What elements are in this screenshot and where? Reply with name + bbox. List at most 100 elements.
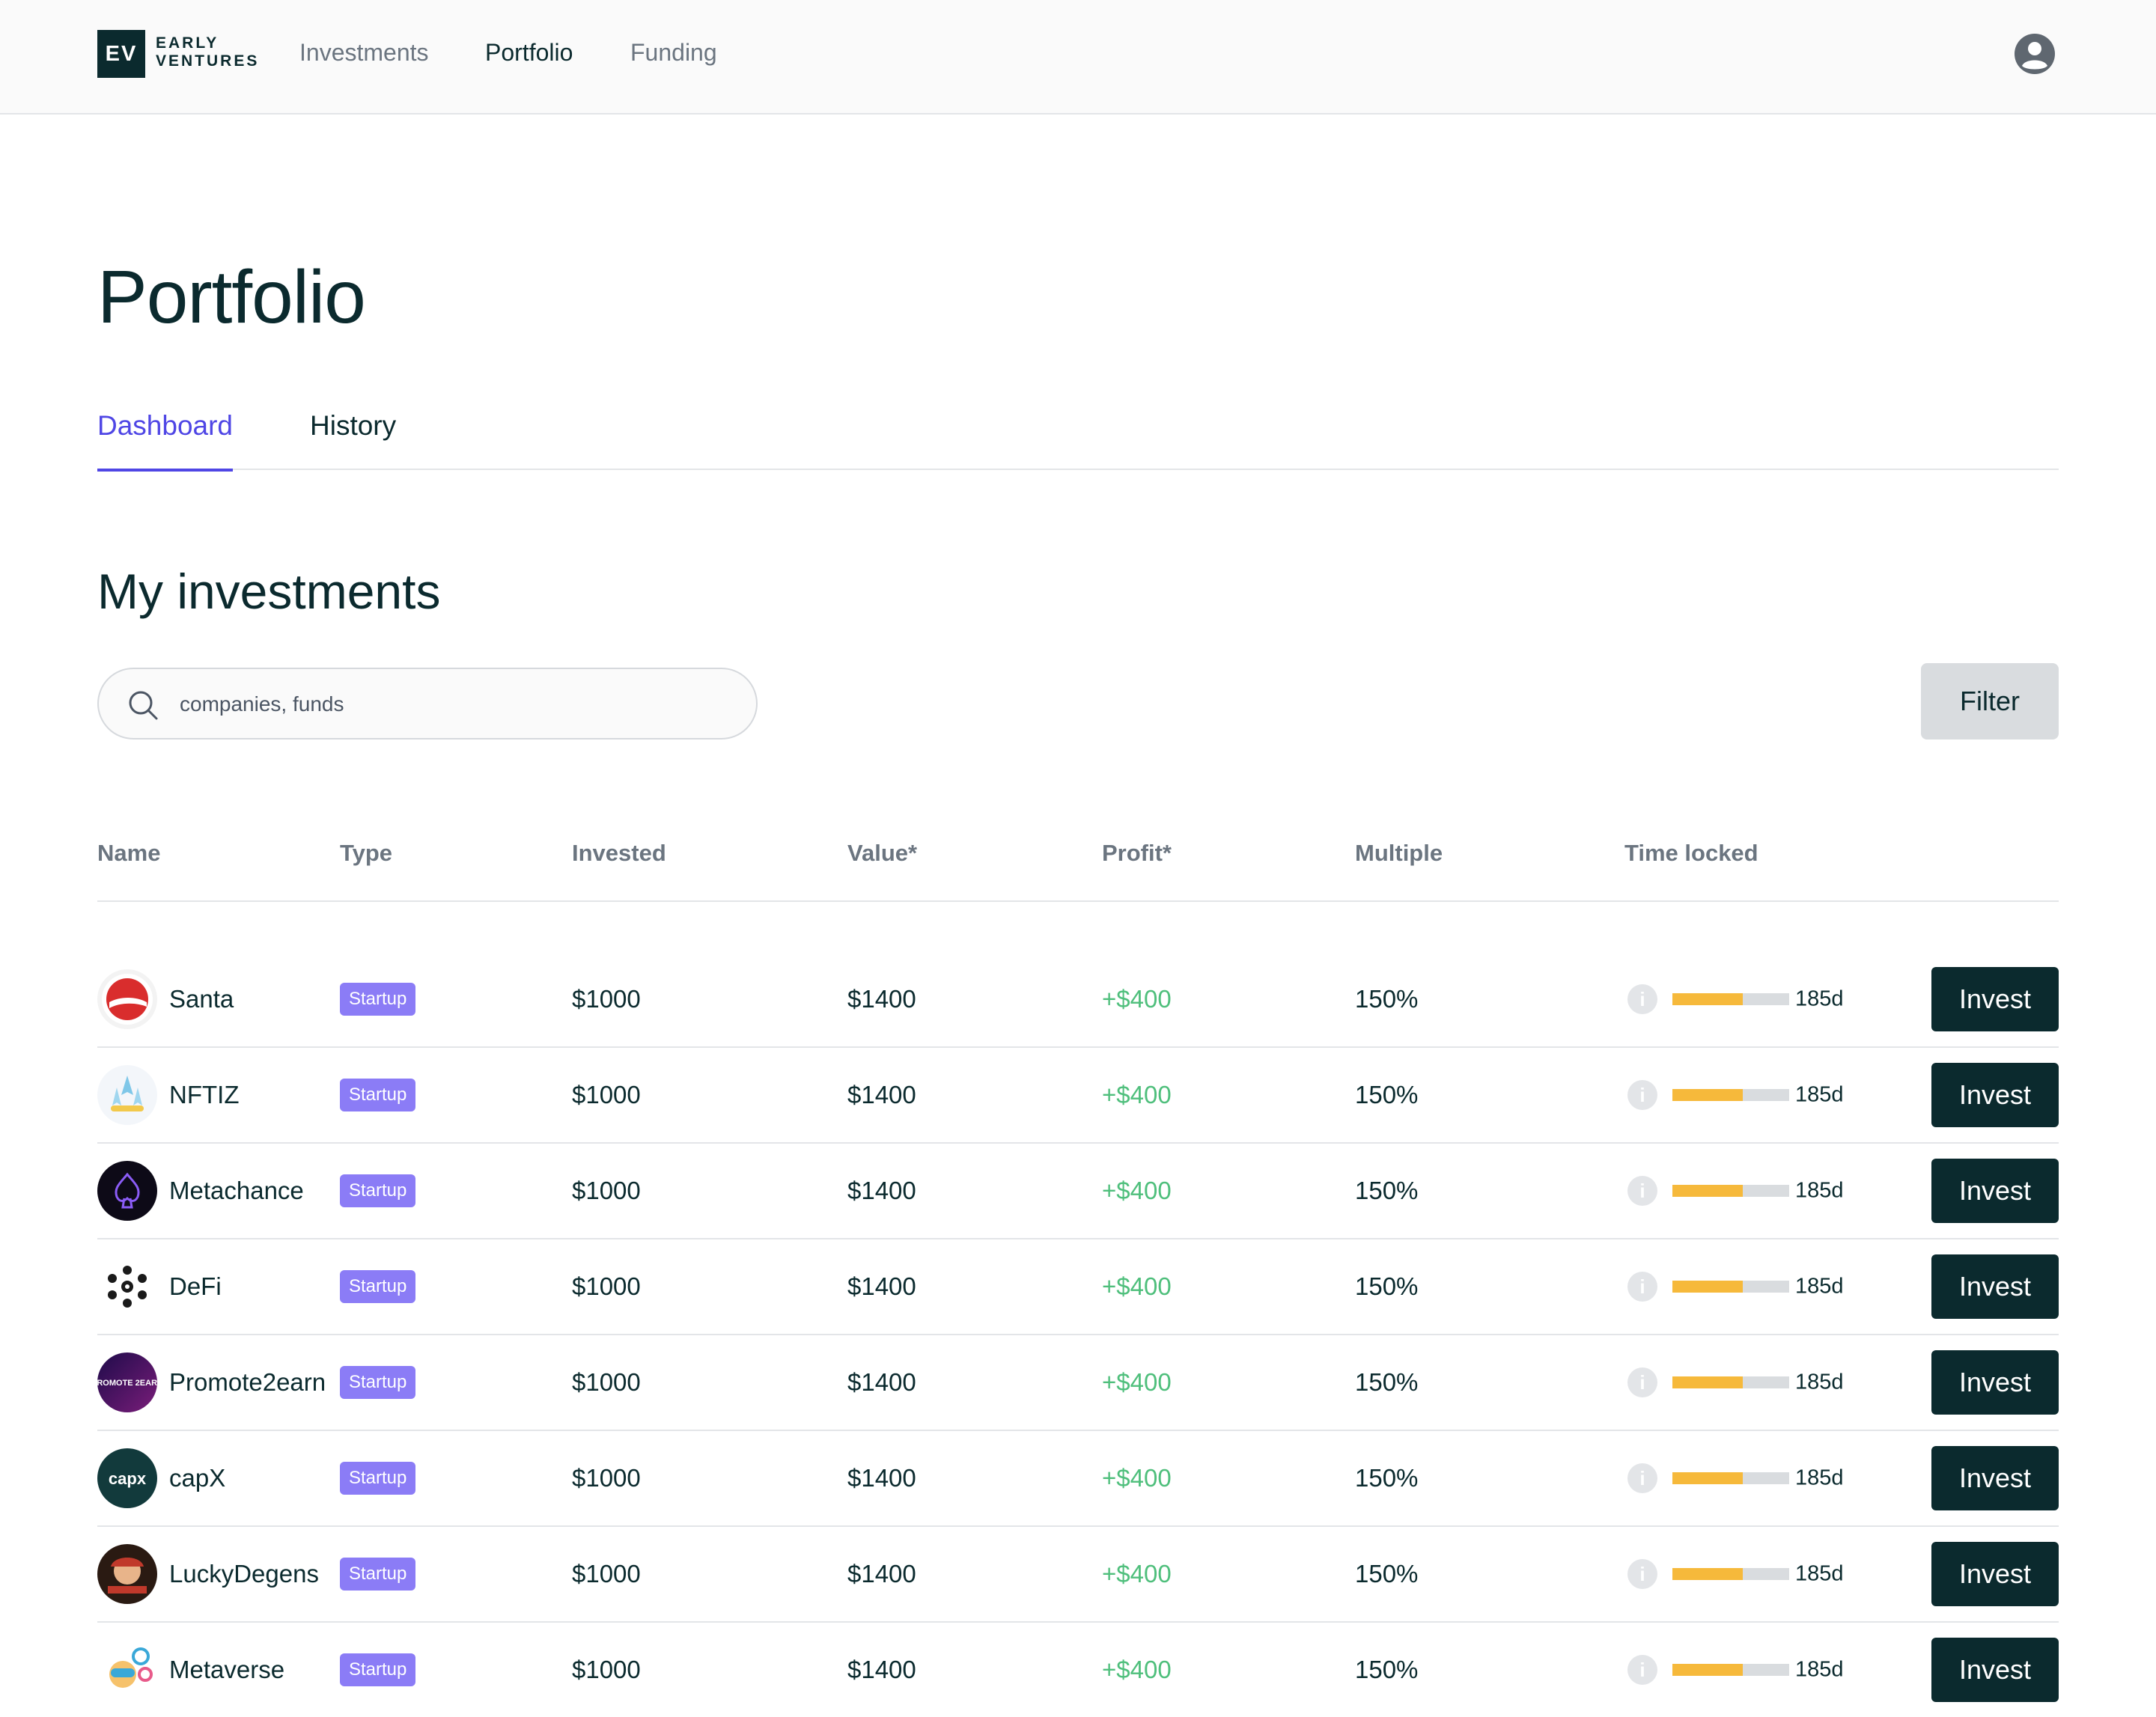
capx-logo: capx	[97, 1448, 157, 1508]
invested-amount: $1000	[572, 1464, 641, 1492]
table-row: Metaverse Startup $1000 $1400 +$400 150%…	[97, 1623, 2059, 1717]
info-icon[interactable]: i	[1627, 1080, 1657, 1110]
table-row: Santa Startup $1000 $1400 +$400 150% i 1…	[97, 952, 2059, 1048]
multiple-value: 150%	[1355, 1464, 1419, 1492]
time-locked-days: 185d	[1795, 1274, 1844, 1299]
multiple-value: 150%	[1355, 1656, 1419, 1683]
profit-amount: +$400	[1102, 1464, 1172, 1492]
column-header-multiple[interactable]: Multiple	[1355, 840, 1443, 867]
logo-mark[interactable]: EV	[97, 30, 145, 78]
nav-portfolio[interactable]: Portfolio	[485, 39, 573, 67]
value-amount: $1400	[847, 985, 916, 1013]
invest-button[interactable]: Invest	[1931, 1446, 2059, 1510]
column-header-invested[interactable]: Invested	[572, 840, 666, 867]
search-input[interactable]	[180, 684, 734, 725]
filter-button[interactable]: Filter	[1921, 663, 2059, 739]
logo-line-1: EARLY	[156, 34, 219, 52]
investment-name[interactable]: Metachance	[169, 1177, 304, 1205]
multiple-value: 150%	[1355, 1368, 1419, 1396]
time-locked-days: 185d	[1795, 1370, 1844, 1394]
info-icon[interactable]: i	[1627, 1463, 1657, 1493]
invested-amount: $1000	[572, 1368, 641, 1396]
info-icon[interactable]: i	[1627, 1176, 1657, 1206]
tab-dashboard[interactable]: Dashboard	[97, 410, 234, 472]
time-locked-days: 185d	[1795, 986, 1844, 1011]
user-circle-icon[interactable]	[2014, 33, 2056, 75]
invest-button[interactable]: Invest	[1931, 1254, 2059, 1319]
invest-button[interactable]: Invest	[1931, 1063, 2059, 1127]
investment-name[interactable]: capX	[169, 1464, 225, 1492]
nav-funding[interactable]: Funding	[630, 39, 717, 67]
page-title: Portfolio	[97, 255, 366, 339]
time-locked-bar-fill	[1672, 1185, 1743, 1197]
profit-amount: +$400	[1102, 1368, 1172, 1396]
investment-name[interactable]: DeFi	[169, 1272, 222, 1301]
time-locked-bar	[1672, 1376, 1789, 1388]
search-box[interactable]	[97, 668, 758, 739]
value-amount: $1400	[847, 1368, 916, 1396]
defi-logo	[97, 1257, 157, 1317]
investment-name[interactable]: LuckyDegens	[169, 1560, 319, 1588]
logo-wordmark[interactable]: EARLY VENTURES	[156, 34, 259, 70]
time-locked-days: 185d	[1795, 1178, 1844, 1203]
invested-amount: $1000	[572, 1560, 641, 1588]
multiple-value: 150%	[1355, 1560, 1419, 1588]
table-row: NFTIZ Startup $1000 $1400 +$400 150% i 1…	[97, 1048, 2059, 1144]
column-header-time-locked[interactable]: Time locked	[1624, 840, 1758, 867]
logo-line-2: VENTURES	[156, 52, 260, 70]
column-header-profit[interactable]: Profit*	[1102, 840, 1172, 867]
time-locked-bar-fill	[1672, 1472, 1743, 1484]
investment-name[interactable]: Metaverse	[169, 1656, 284, 1684]
time-locked-bar	[1672, 1185, 1789, 1197]
luckydegens-logo	[97, 1544, 157, 1604]
type-badge: Startup	[340, 1558, 416, 1591]
info-icon[interactable]: i	[1627, 984, 1657, 1014]
invest-button[interactable]: Invest	[1931, 1350, 2059, 1415]
info-icon[interactable]: i	[1627, 1559, 1657, 1589]
time-locked-bar-fill	[1672, 993, 1743, 1005]
column-header-value[interactable]: Value*	[847, 840, 917, 867]
invest-button[interactable]: Invest	[1931, 1638, 2059, 1702]
profit-amount: +$400	[1102, 1177, 1172, 1204]
invested-amount: $1000	[572, 1272, 641, 1300]
time-locked-days: 185d	[1795, 1561, 1844, 1586]
type-badge: Startup	[340, 1079, 416, 1111]
santa-logo	[97, 969, 157, 1029]
investment-name[interactable]: Promote2earn	[169, 1368, 326, 1397]
table-row: Metachance Startup $1000 $1400 +$400 150…	[97, 1144, 2059, 1239]
column-header-name[interactable]: Name	[97, 840, 160, 867]
info-icon[interactable]: i	[1627, 1655, 1657, 1685]
profit-amount: +$400	[1102, 1656, 1172, 1683]
time-locked-days: 185d	[1795, 1466, 1844, 1490]
invest-button[interactable]: Invest	[1931, 1159, 2059, 1223]
nav-investments[interactable]: Investments	[299, 39, 429, 67]
type-badge: Startup	[340, 1462, 416, 1495]
info-icon[interactable]: i	[1627, 1367, 1657, 1397]
invest-button[interactable]: Invest	[1931, 967, 2059, 1031]
profit-amount: +$400	[1102, 1560, 1172, 1588]
value-amount: $1400	[847, 1464, 916, 1492]
table-header-divider	[97, 900, 2059, 902]
nftiz-logo	[97, 1065, 157, 1125]
investment-name[interactable]: Santa	[169, 985, 234, 1013]
type-badge: Startup	[340, 1366, 416, 1399]
column-header-type[interactable]: Type	[340, 840, 392, 867]
multiple-value: 150%	[1355, 1177, 1419, 1204]
section-title: My investments	[97, 564, 441, 619]
time-locked-days: 185d	[1795, 1657, 1844, 1682]
profit-amount: +$400	[1102, 1081, 1172, 1108]
invested-amount: $1000	[572, 1177, 641, 1204]
search-icon	[129, 691, 158, 720]
investment-name[interactable]: NFTIZ	[169, 1081, 239, 1109]
promote2earn-logo: PROMOTE 2EARN	[97, 1352, 157, 1412]
invest-button[interactable]: Invest	[1931, 1542, 2059, 1606]
tab-bar: Dashboard History	[97, 410, 2059, 472]
metaverse-logo	[97, 1640, 157, 1700]
info-icon[interactable]: i	[1627, 1272, 1657, 1302]
invested-amount: $1000	[572, 985, 641, 1013]
type-badge: Startup	[340, 1174, 416, 1207]
table-row: LuckyDegens Startup $1000 $1400 +$400 15…	[97, 1527, 2059, 1623]
time-locked-bar-fill	[1672, 1568, 1743, 1580]
tab-history[interactable]: History	[310, 410, 396, 442]
time-locked-bar-fill	[1672, 1664, 1743, 1676]
